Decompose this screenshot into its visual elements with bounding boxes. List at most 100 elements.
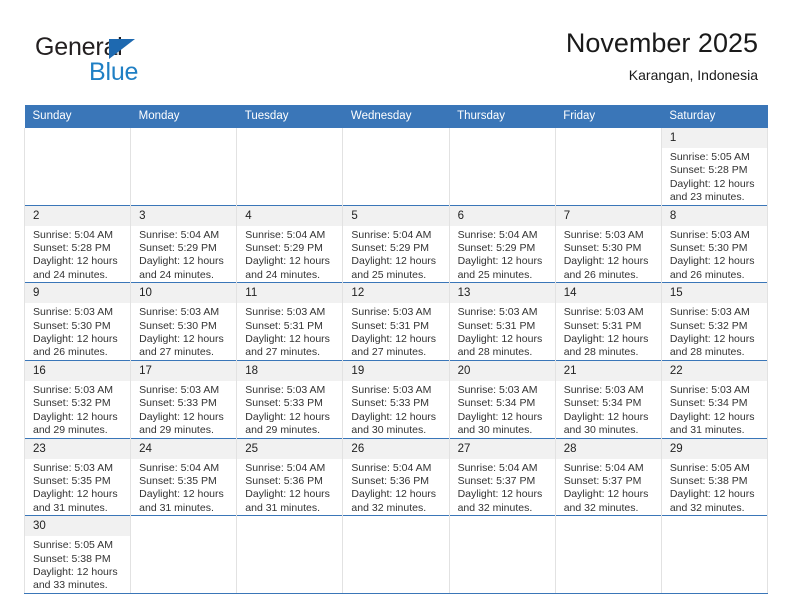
daylight-text-line2: and 32 minutes. [457,501,533,514]
daylight-text-line2: and 23 minutes. [669,191,745,204]
calendar-day-cell[interactable]: 28 Sunrise: 5:04 AM Sunset: 5:37 PM Dayligh… [554,437,662,516]
sunrise-text: Sunrise: 5:04 AM [139,461,220,474]
sunrise-text: Sunrise: 5:04 AM [245,461,326,474]
calendar-day-cell[interactable]: 25 Sunrise: 5:04 AM Sunset: 5:36 PM Dayligh… [236,437,344,516]
day-details: Sunrise: 5:03 AM Sunset: 5:30 PM Daylight:… [25,303,130,360]
calendar-day-cell[interactable]: 16 Sunrise: 5:03 AM Sunset: 5:32 PM Dayligh… [23,359,132,438]
daylight-text-line1: Daylight: 12 hours [669,333,755,346]
sunrise-text: Sunrise: 5:03 AM [457,383,538,396]
calendar-day-cell[interactable]: 21 Sunrise: 5:03 AM Sunset: 5:34 PM Dayligh… [554,359,662,438]
weekday-header-sunday: Sunday [24,105,131,128]
day-number: 17 [131,360,237,381]
calendar-day-cell[interactable]: 2 Sunrise: 5:04 AM Sunset: 5:28 PM Daylight… [23,204,132,283]
daylight-text-line1: Daylight: 12 hours [457,488,543,501]
calendar-day-cell[interactable]: 10 Sunrise: 5:03 AM Sunset: 5:30 PM Dayligh… [130,282,238,361]
calendar-day-cell[interactable]: 12 Sunrise: 5:03 AM Sunset: 5:31 PM Dayligh… [342,282,450,361]
title-block: November 2025 Karangan, Indonesia [566,26,758,84]
sunrise-sunset-calendar: Sunday Monday Tuesday Wednesday Thursday… [23,105,769,593]
calendar-day-cell[interactable]: 6 Sunrise: 5:04 AM Sunset: 5:29 PM Daylight… [448,204,556,283]
calendar-day-cell[interactable]: 29 Sunrise: 5:05 AM Sunset: 5:38 PM Dayligh… [660,437,769,516]
daylight-text-line1: Daylight: 12 hours [245,333,330,346]
day-details: Sunrise: 5:03 AM Sunset: 5:30 PM Daylight:… [662,226,767,283]
calendar-day-cell[interactable]: 4 Sunrise: 5:04 AM Sunset: 5:29 PM Daylight… [236,204,344,283]
sunset-text: Sunset: 5:34 PM [563,397,642,410]
calendar-day-cell[interactable]: 17 Sunrise: 5:03 AM Sunset: 5:33 PM Dayligh… [130,359,238,438]
calendar-day-cell[interactable]: 15 Sunrise: 5:03 AM Sunset: 5:32 PM Dayligh… [660,282,769,361]
daylight-text-line2: and 27 minutes. [351,346,427,359]
sunrise-text: Sunrise: 5:05 AM [669,461,750,474]
sunset-text: Sunset: 5:32 PM [33,397,111,410]
daylight-text-line1: Daylight: 12 hours [245,488,330,501]
day-number: 14 [555,283,661,304]
day-number: 6 [449,205,555,226]
daylight-text-line1: Daylight: 12 hours [563,255,649,268]
daylight-text-line2: and 31 minutes. [139,501,214,514]
day-details: Sunrise: 5:04 AM Sunset: 5:36 PM Daylight:… [343,459,448,516]
sunrise-text: Sunrise: 5:03 AM [139,306,220,319]
sunrise-text: Sunrise: 5:03 AM [351,383,432,396]
daylight-text-line2: and 24 minutes. [245,268,320,281]
calendar-day-cell[interactable]: 13 Sunrise: 5:03 AM Sunset: 5:31 PM Dayligh… [448,282,556,361]
calendar-bottom-border [24,593,768,594]
sunrise-text: Sunrise: 5:03 AM [33,461,113,474]
sunset-text: Sunset: 5:38 PM [669,474,748,487]
daylight-text-line2: and 27 minutes. [245,346,320,359]
sunrise-text: Sunrise: 5:03 AM [669,306,750,319]
day-number: 8 [661,205,767,226]
daylight-text-line2: and 25 minutes. [457,268,533,281]
weekday-header-saturday: Saturday [661,105,768,128]
day-details: Sunrise: 5:03 AM Sunset: 5:30 PM Daylight:… [556,226,661,283]
sunrise-text: Sunrise: 5:04 AM [245,228,326,241]
daylight-text-line2: and 31 minutes. [33,501,108,514]
calendar-day-cell[interactable]: 11 Sunrise: 5:03 AM Sunset: 5:31 PM Dayligh… [236,282,344,361]
calendar-day-cell[interactable]: 19 Sunrise: 5:03 AM Sunset: 5:33 PM Dayligh… [342,359,450,438]
page-title: November 2025 [565,28,758,58]
calendar-day-cell[interactable]: 5 Sunrise: 5:04 AM Sunset: 5:29 PM Daylight… [342,204,450,283]
day-number: 16 [25,360,131,381]
sunset-text: Sunset: 5:31 PM [245,319,323,332]
calendar-day-cell[interactable]: 14 Sunrise: 5:03 AM Sunset: 5:31 PM Dayligh… [554,282,662,361]
calendar-day-cell[interactable]: 18 Sunrise: 5:03 AM Sunset: 5:33 PM Dayligh… [236,359,344,438]
day-number: 1 [661,128,767,148]
daylight-text-line1: Daylight: 12 hours [139,255,224,268]
day-number: 26 [343,438,449,459]
sunset-text: Sunset: 5:37 PM [457,474,536,487]
day-details: Sunrise: 5:03 AM Sunset: 5:35 PM Daylight:… [25,459,130,516]
daylight-text-line1: Daylight: 12 hours [669,488,755,501]
daylight-text-line1: Daylight: 12 hours [457,410,543,423]
calendar-day-cell[interactable]: 23 Sunrise: 5:03 AM Sunset: 5:35 PM Dayligh… [23,437,132,516]
day-details: Sunrise: 5:03 AM Sunset: 5:30 PM Daylight:… [131,303,236,360]
calendar-day-cell[interactable]: 20 Sunrise: 5:03 AM Sunset: 5:34 PM Dayligh… [448,359,556,438]
calendar-day-cell[interactable]: 9 Sunrise: 5:03 AM Sunset: 5:30 PM Daylight… [23,282,132,361]
day-details: Sunrise: 5:03 AM Sunset: 5:32 PM Daylight:… [662,303,767,360]
calendar-day-cell[interactable]: 7 Sunrise: 5:03 AM Sunset: 5:30 PM Daylight… [554,204,662,283]
sunrise-text: Sunrise: 5:04 AM [33,228,113,241]
general-blue-logo[interactable]: General Blue [35,33,215,91]
calendar-day-cell[interactable]: 24 Sunrise: 5:04 AM Sunset: 5:35 PM Dayligh… [130,437,238,516]
calendar-day-cell[interactable]: 30 Sunrise: 5:05 AM Sunset: 5:38 PM Dayligh… [23,515,132,593]
calendar-day-cell-empty [130,128,238,206]
calendar-day-cell[interactable]: 3 Sunrise: 5:04 AM Sunset: 5:29 PM Daylight… [130,204,238,283]
sunrise-text: Sunrise: 5:04 AM [351,228,432,241]
day-number: 4 [237,205,343,226]
calendar-day-cell-empty [236,128,344,206]
day-number: 11 [237,283,343,304]
calendar-day-cell[interactable]: 8 Sunrise: 5:03 AM Sunset: 5:30 PM Daylight… [660,204,769,283]
day-details: Sunrise: 5:03 AM Sunset: 5:32 PM Daylight:… [25,381,130,438]
calendar-day-cell[interactable]: 27 Sunrise: 5:04 AM Sunset: 5:37 PM Dayligh… [448,437,556,516]
calendar-day-cell[interactable]: 1 Sunrise: 5:05 AM Sunset: 5:28 PM Daylight… [660,128,769,206]
day-number: 7 [555,205,661,226]
weekday-header-thursday: Thursday [449,105,556,128]
calendar-day-cell[interactable]: 22 Sunrise: 5:03 AM Sunset: 5:34 PM Dayligh… [660,359,769,438]
sunset-text: Sunset: 5:30 PM [33,319,111,332]
calendar-day-cell[interactable]: 26 Sunrise: 5:04 AM Sunset: 5:36 PM Dayligh… [342,437,450,516]
daylight-text-line2: and 27 minutes. [139,346,214,359]
daylight-text-line2: and 32 minutes. [351,501,427,514]
sunrise-text: Sunrise: 5:03 AM [245,306,326,319]
daylight-text-line1: Daylight: 12 hours [669,177,755,190]
day-number: 23 [25,438,131,459]
daylight-text-line1: Daylight: 12 hours [351,410,437,423]
day-details: Sunrise: 5:03 AM Sunset: 5:31 PM Daylight:… [237,303,342,360]
day-number: 12 [343,283,449,304]
daylight-text-line2: and 30 minutes. [563,424,639,437]
